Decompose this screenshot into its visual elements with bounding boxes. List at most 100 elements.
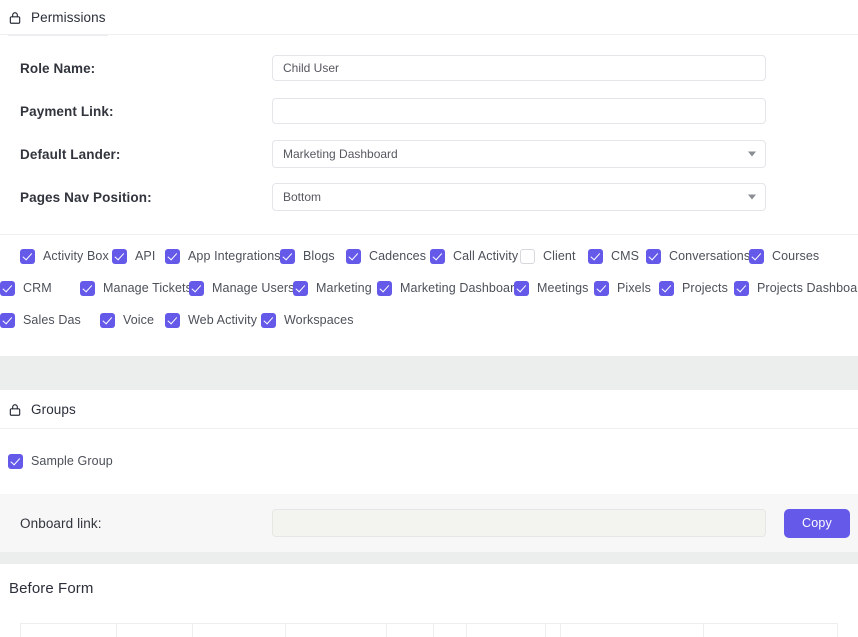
permission-checkbox-label: API (135, 249, 155, 263)
permission-checkbox-label: Web Activity (188, 313, 257, 327)
permission-checkbox-item[interactable]: Projects (659, 278, 734, 298)
checkbox-checked-icon[interactable] (594, 281, 609, 296)
toolbar-group[interactable] (546, 624, 561, 637)
checkbox-checked-icon[interactable] (430, 249, 445, 264)
section-gap-2 (0, 552, 858, 564)
lock-icon (8, 11, 22, 25)
permissions-form: Role Name:Payment Link:Default Lander:Ma… (0, 36, 858, 228)
toolbar-group[interactable] (561, 624, 703, 637)
checkbox-checked-icon[interactable] (280, 249, 295, 264)
permission-checkbox-label: Voice (123, 313, 154, 327)
checkbox-checked-icon[interactable] (734, 281, 749, 296)
checkbox-checked-icon[interactable] (0, 313, 15, 328)
toolbar-group[interactable] (704, 624, 838, 637)
permission-checkbox-item[interactable]: Web Activity (165, 310, 261, 330)
checkbox-checked-icon[interactable] (165, 313, 180, 328)
select-dropdown[interactable]: Bottom (272, 183, 766, 211)
checkbox-checked-icon[interactable] (346, 249, 361, 264)
permission-checkbox-item[interactable]: Workspaces (261, 310, 356, 330)
permission-checkbox-label: Call Activity (453, 249, 518, 263)
permission-checkbox-item[interactable]: Voice (80, 310, 165, 330)
permission-checkbox-item[interactable]: Activity Box (0, 246, 112, 266)
checkbox-checked-icon[interactable] (514, 281, 529, 296)
permission-checkbox-item[interactable]: Sales Das (0, 310, 80, 330)
permission-checkbox-item[interactable]: Blogs (280, 246, 346, 266)
toolbar-group[interactable] (193, 624, 286, 637)
permission-checkbox-item[interactable]: Cadences (346, 246, 430, 266)
checkbox-checked-icon[interactable] (189, 281, 204, 296)
permission-checkbox-label: Manage Users (212, 281, 295, 295)
select-dropdown[interactable]: Marketing Dashboard (272, 140, 766, 168)
checkbox-checked-icon[interactable] (112, 249, 127, 264)
permission-checkbox-item[interactable]: Conversations (646, 246, 749, 266)
checkbox-checked-icon[interactable] (165, 249, 180, 264)
permission-checkbox-item[interactable]: Manage Tickets (60, 278, 189, 298)
checkbox-checked-icon[interactable] (749, 249, 764, 264)
permissions-title: Permissions (31, 10, 106, 25)
permission-checkbox-label: Meetings (537, 281, 589, 295)
toolbar-group[interactable] (467, 624, 547, 637)
permissions-checkbox-grid: Activity Box API App IntegrationsBlogs Cade… (0, 235, 858, 356)
permission-checkbox-item[interactable]: Manage Users (189, 278, 293, 298)
permission-checkbox-item[interactable]: Marketing (293, 278, 377, 298)
toolbar-group[interactable] (21, 624, 117, 637)
copy-onboard-link-button[interactable]: Copy (784, 509, 850, 538)
group-checkbox-item[interactable]: Sample Group (0, 451, 858, 471)
permission-checkbox-item[interactable]: Marketing Dashboard (377, 278, 514, 298)
permission-checkbox-item[interactable]: CMS (588, 246, 646, 266)
form-row: Pages Nav Position:Bottom (0, 179, 858, 215)
field-label: Pages Nav Position: (0, 190, 272, 205)
checkbox-checked-icon[interactable] (646, 249, 661, 264)
permissions-card-header: Permissions (0, 0, 858, 35)
text-input[interactable] (272, 55, 766, 81)
chevron-down-icon (748, 195, 756, 200)
checkbox-checked-icon[interactable] (80, 281, 95, 296)
checkbox-checked-icon[interactable] (261, 313, 276, 328)
permission-checkbox-item[interactable]: API (112, 246, 165, 266)
form-row: Payment Link: (0, 93, 858, 129)
permission-checkbox-label: Cadences (369, 249, 426, 263)
toolbar-group[interactable] (286, 624, 387, 637)
permission-checkbox-item[interactable]: Pixels (594, 278, 659, 298)
permission-checkbox-label: Projects Dashboard (757, 281, 858, 295)
groups-list: Sample Group (0, 429, 858, 471)
toolbar-group[interactable] (387, 624, 434, 637)
permission-checkbox-label: Courses (772, 249, 819, 263)
permission-checkbox-label: Activity Box (43, 249, 109, 263)
permission-checkbox-label: CRM (23, 281, 52, 295)
text-input[interactable] (272, 98, 766, 124)
permission-checkbox-label: Projects (682, 281, 728, 295)
checkbox-checked-icon[interactable] (20, 249, 35, 264)
field-wrapper: Marketing Dashboard (272, 140, 766, 168)
permission-checkbox-item[interactable]: Meetings (514, 278, 594, 298)
chevron-down-icon (748, 152, 756, 157)
toolbar-group[interactable] (117, 624, 193, 637)
checkbox-checked-icon[interactable] (659, 281, 674, 296)
permission-checkbox-item[interactable]: CRM (0, 278, 60, 298)
groups-card: Groups Sample Group Onboard link: Copy (0, 390, 858, 552)
checkbox-checked-icon[interactable] (588, 249, 603, 264)
permission-checkbox-item[interactable]: App Integrations (165, 246, 280, 266)
checkbox-checked-icon[interactable] (377, 281, 392, 296)
onboard-link-row: Onboard link: Copy (0, 494, 858, 552)
permission-checkbox-item[interactable]: Projects Dashboard (734, 278, 858, 298)
permission-checkbox-label: CMS (611, 249, 639, 263)
checkbox-checked-icon[interactable] (0, 281, 15, 296)
onboard-link-input[interactable] (272, 509, 766, 537)
checkbox-checked-icon[interactable] (8, 454, 23, 469)
permission-checkbox-item[interactable]: Client (520, 246, 588, 266)
permission-checkbox-item[interactable]: Courses (749, 246, 825, 266)
checkbox-checked-icon[interactable] (293, 281, 308, 296)
permission-checkbox-item[interactable]: Call Activity (430, 246, 520, 266)
toolbar-group[interactable] (434, 624, 466, 637)
permission-checkbox-label: App Integrations (188, 249, 281, 263)
rich-text-editor-toolbar[interactable] (20, 623, 838, 637)
checkbox-checked-icon[interactable] (100, 313, 115, 328)
permissions-card: Permissions Role Name:Payment Link:Defau… (0, 0, 858, 356)
checkbox-unchecked-icon[interactable] (520, 249, 535, 264)
before-form-title: Before Form (0, 580, 858, 597)
permission-checkbox-label: Conversations (669, 249, 750, 263)
form-row: Role Name: (0, 50, 858, 86)
before-form-card: Before Form (0, 564, 858, 637)
groups-card-header: Groups (0, 390, 858, 429)
